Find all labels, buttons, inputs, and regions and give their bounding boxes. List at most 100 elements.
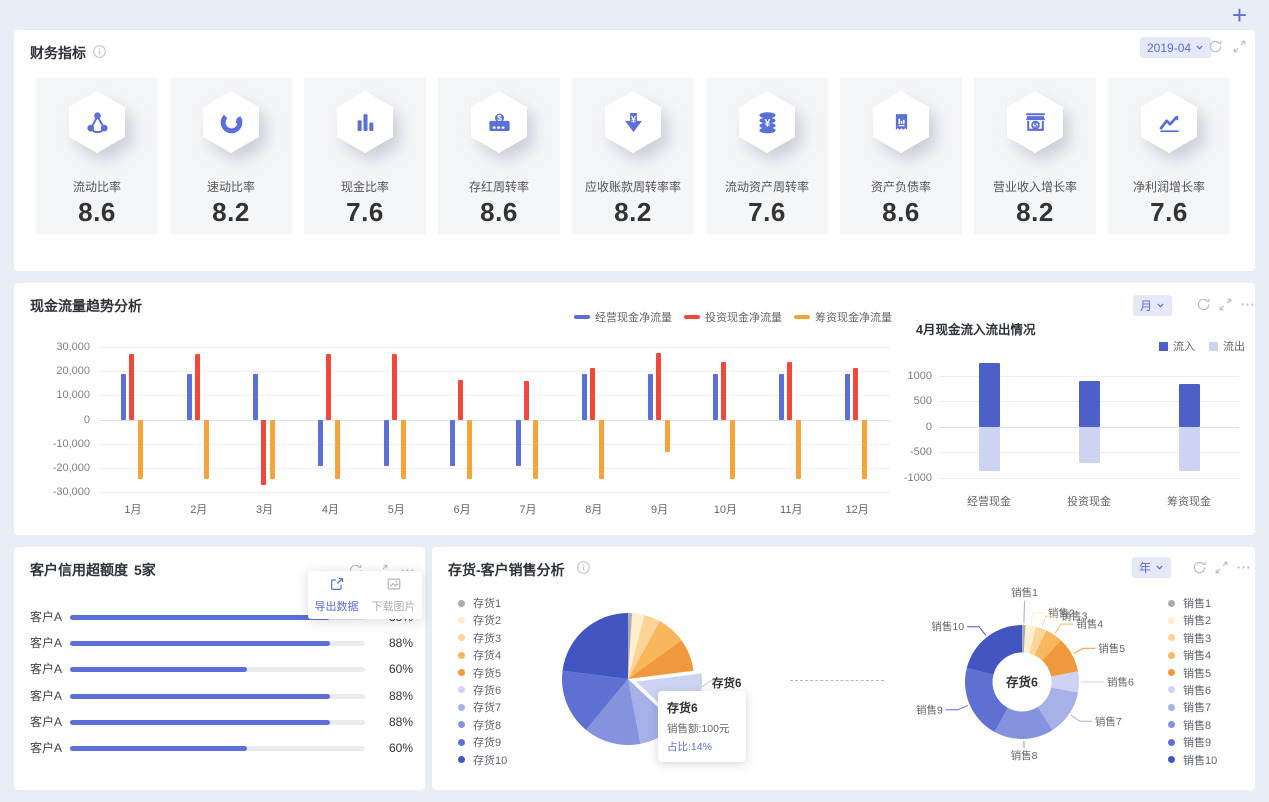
legend-item-存货5[interactable]: 存货5 (458, 667, 507, 680)
credit-bar-track[interactable] (70, 719, 365, 725)
legend-item-销售3[interactable]: 销售3 (1168, 632, 1217, 645)
bar-流入[interactable] (1178, 383, 1200, 427)
bar-筹资现金净流量[interactable] (796, 419, 802, 479)
bar-投资现金净流量[interactable] (589, 367, 595, 420)
bar-投资现金净流量[interactable] (721, 361, 727, 420)
export-data-label: 导出数据 (314, 601, 359, 613)
legend-item-存货10[interactable]: 存货10 (458, 754, 507, 767)
bar-投资现金净流量[interactable] (326, 354, 332, 420)
bar-投资现金净流量[interactable] (128, 354, 134, 420)
bar-筹资现金净流量[interactable] (730, 419, 736, 479)
legend-item-销售6[interactable]: 销售6 (1168, 684, 1217, 697)
legend-item-存货1[interactable]: 存货1 (458, 597, 507, 610)
cashflow-bar-chart[interactable]: 30,000 20,000 10,000 0 -10,000 -20,000 -30,000… (34, 338, 894, 523)
bar-经营现金净流量[interactable] (845, 373, 851, 420)
sales-donut-chart[interactable]: 销售1销售2销售3销售4销售5销售6销售7销售8销售9销售10存货6 (892, 572, 1162, 777)
expand-icon[interactable] (1214, 560, 1229, 575)
legend-marker (458, 651, 465, 659)
legend-item-存货4[interactable]: 存货4 (458, 649, 507, 662)
bar-流入[interactable] (1078, 381, 1100, 427)
export-data-menu-item[interactable]: 导出数据 (308, 571, 365, 619)
bar-筹资现金净流量[interactable] (203, 419, 209, 479)
metric-value: 8.6 (480, 197, 518, 227)
bar-投资现金净流量[interactable] (655, 353, 661, 420)
bar-经营现金净流量[interactable] (713, 373, 719, 420)
legend-item-存货9[interactable]: 存货9 (458, 736, 507, 749)
bar-筹资现金净流量[interactable] (664, 419, 670, 453)
bar-筹资现金净流量[interactable] (269, 419, 275, 479)
bar-流出[interactable] (978, 426, 1000, 471)
refresh-icon[interactable] (1192, 560, 1207, 575)
download-image-menu-item[interactable]: 下载图片 (365, 571, 422, 619)
legend-item-销售4[interactable]: 销售4 (1168, 649, 1217, 662)
bar-投资现金净流量[interactable] (458, 379, 464, 420)
x-axis-label: 4月 (321, 504, 339, 516)
bar-经营现金净流量[interactable] (186, 373, 192, 420)
info-icon[interactable] (92, 44, 107, 59)
bar-筹资现金净流量[interactable] (137, 419, 143, 479)
expand-icon[interactable] (1232, 39, 1247, 54)
donut-callout-销售9: 销售9 (916, 703, 943, 716)
credit-bar-track[interactable] (70, 641, 365, 647)
legend-item-销售5[interactable]: 销售5 (1168, 667, 1217, 680)
bar-经营现金净流量[interactable] (779, 373, 785, 420)
bar-经营现金净流量[interactable] (120, 373, 126, 420)
bar-投资现金净流量[interactable] (260, 419, 266, 485)
donut-callout-销售7: 销售7 (1095, 715, 1122, 728)
bar-经营现金净流量[interactable] (647, 373, 653, 420)
svg-text:$: $ (1033, 120, 1037, 129)
bar-投资现金净流量[interactable] (787, 361, 793, 420)
legend-item-存货2[interactable]: 存货2 (458, 614, 507, 627)
legend-item-经营现金净流量[interactable]: 经营现金净流量 (574, 309, 672, 325)
bar-筹资现金净流量[interactable] (401, 419, 407, 479)
bar-投资现金净流量[interactable] (392, 354, 398, 420)
bar-经营现金净流量[interactable] (450, 419, 456, 466)
metric-icon-badge: ¥ (739, 91, 795, 153)
date-selector[interactable]: 2019-04 (1140, 37, 1212, 58)
more-icon[interactable] (1236, 560, 1251, 575)
metric-card: $ 存红周转率 8.6 (438, 78, 560, 234)
legend-item-筹资现金净流量[interactable]: 筹资现金净流量 (794, 309, 892, 325)
credit-row: 客户A 88% (14, 635, 425, 651)
bar-经营现金净流量[interactable] (252, 373, 258, 420)
add-widget-button[interactable]: + (1232, 2, 1247, 28)
legend-item-销售7[interactable]: 销售7 (1168, 701, 1217, 714)
bar-筹资现金净流量[interactable] (862, 419, 868, 479)
legend-item-销售2[interactable]: 销售2 (1168, 614, 1217, 627)
bar-投资现金净流量[interactable] (853, 367, 859, 420)
legend-item-销售10[interactable]: 销售10 (1168, 754, 1217, 767)
metric-value: 8.2 (212, 197, 250, 227)
bar-筹资现金净流量[interactable] (467, 419, 473, 479)
bar-经营现金净流量[interactable] (581, 373, 587, 420)
bar-投资现金净流量[interactable] (194, 354, 200, 420)
credit-bar-track[interactable] (70, 667, 365, 673)
more-icon[interactable] (1240, 297, 1255, 312)
refresh-icon[interactable] (1208, 39, 1223, 54)
legend-item-销售9[interactable]: 销售9 (1168, 736, 1217, 749)
expand-icon[interactable] (1218, 297, 1233, 312)
bar-流入[interactable] (978, 363, 1000, 427)
bar-经营现金净流量[interactable] (318, 419, 324, 466)
credit-bar-track[interactable] (70, 746, 365, 751)
legend-item-销售8[interactable]: 销售8 (1168, 719, 1217, 732)
legend-item-存货6[interactable]: 存货6 (458, 684, 507, 697)
refresh-icon[interactable] (1196, 297, 1211, 312)
legend-item-销售1[interactable]: 销售1 (1168, 597, 1217, 610)
donut-slice-销售10[interactable] (966, 625, 1022, 675)
legend-item-存货8[interactable]: 存货8 (458, 719, 507, 732)
bar-筹资现金净流量[interactable] (598, 419, 604, 479)
info-icon[interactable] (576, 560, 591, 575)
bar-筹资现金净流量[interactable] (532, 419, 538, 479)
bar-流出[interactable] (1078, 426, 1100, 463)
legend-item-投资现金净流量[interactable]: 投资现金净流量 (684, 309, 782, 325)
credit-bar-track[interactable] (70, 693, 365, 699)
bar-流出[interactable] (1178, 426, 1200, 471)
bar-经营现金净流量[interactable] (384, 419, 390, 466)
legend-item-存货3[interactable]: 存货3 (458, 632, 507, 645)
bar-筹资现金净流量[interactable] (335, 419, 341, 479)
legend-item-存货7[interactable]: 存货7 (458, 701, 507, 714)
pie-slice-存货10[interactable] (562, 613, 628, 679)
inout-stacked-bars[interactable]: 1000 500 0 -500 -1000 经营现金 投资现金 筹资现金 (894, 313, 1255, 523)
bar-经营现金净流量[interactable] (515, 419, 521, 466)
bar-投资现金净流量[interactable] (523, 380, 529, 420)
